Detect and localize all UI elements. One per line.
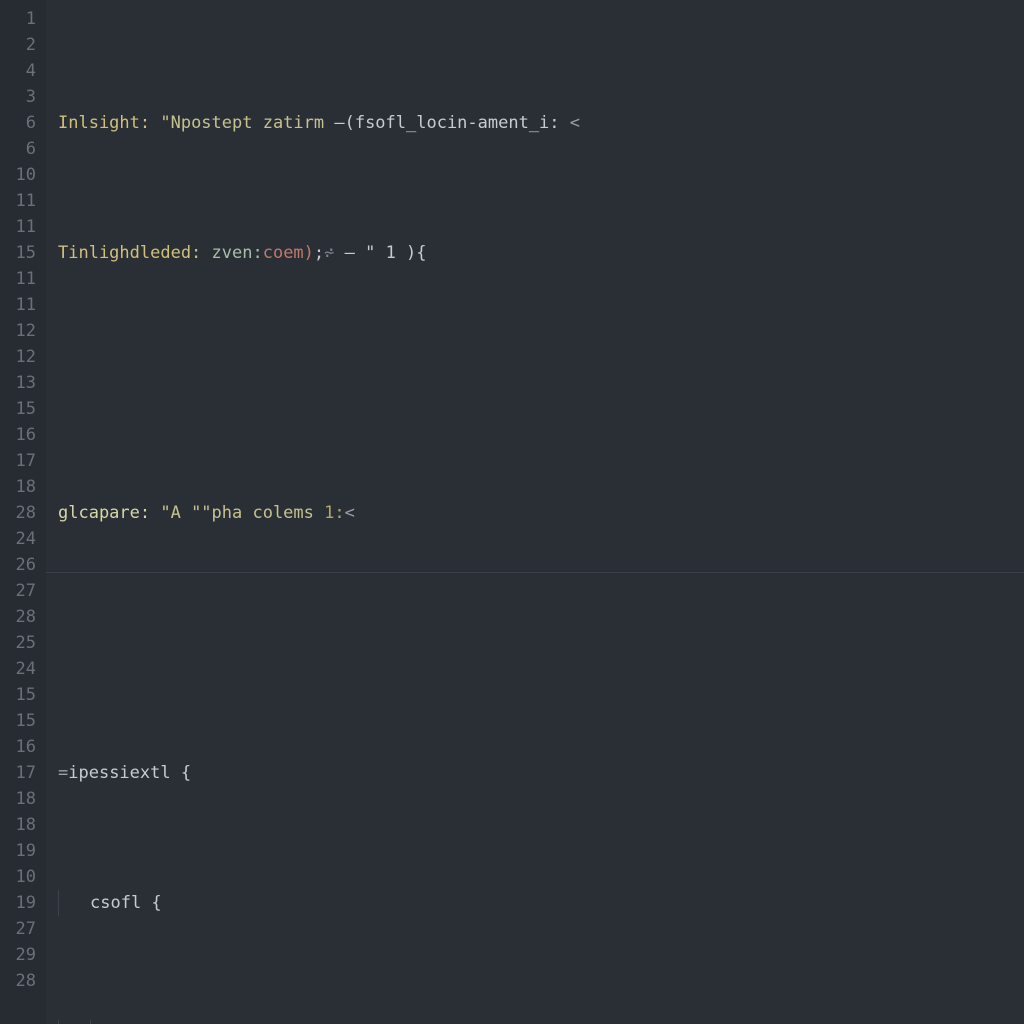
code-line[interactable]: = ipessiextl { xyxy=(58,760,1024,786)
line-number: 19 xyxy=(0,838,46,864)
code-line[interactable]: stant (To. "Tlt text urtes: 1. "): xyxy=(58,1020,1024,1024)
line-number: 17 xyxy=(0,448,46,474)
token-brace: { xyxy=(181,760,191,786)
line-number: 2 xyxy=(0,32,46,58)
line-number: 10 xyxy=(0,162,46,188)
token: "): xyxy=(419,1020,450,1024)
line-number: 1 xyxy=(0,6,46,32)
line-number-gutter: 1243661011111511111212131516171828242627… xyxy=(0,0,46,1024)
token: coem) xyxy=(263,240,314,266)
token: ; xyxy=(314,240,324,266)
line-number: 16 xyxy=(0,734,46,760)
line-number: 12 xyxy=(0,318,46,344)
line-number: 27 xyxy=(0,578,46,604)
code-line[interactable]: Inlsight: "Npostept zatirm —(fsofl_locin… xyxy=(58,110,1024,136)
token-keyword: glcapare: xyxy=(58,500,150,526)
line-number: 24 xyxy=(0,656,46,682)
section-divider xyxy=(46,572,1024,573)
token: ipessiextl xyxy=(68,760,181,786)
line-number: 18 xyxy=(0,474,46,500)
indent-marker: = xyxy=(58,760,68,786)
line-number: 19 xyxy=(0,890,46,916)
token: (To. xyxy=(183,1020,224,1024)
token-string: "Npostept zatirm xyxy=(150,110,324,136)
line-number: 12 xyxy=(0,344,46,370)
line-number: 18 xyxy=(0,812,46,838)
token-op: < xyxy=(345,500,355,526)
line-number: 6 xyxy=(0,110,46,136)
token: —(fsofl_locin-ament_i: xyxy=(324,110,559,136)
code-line-blank xyxy=(58,630,1024,656)
token-keyword: Inlsight: xyxy=(58,110,150,136)
line-number: 15 xyxy=(0,682,46,708)
line-number: 15 xyxy=(0,708,46,734)
token-brace: { xyxy=(151,890,161,916)
line-number: 11 xyxy=(0,188,46,214)
token-number: 1: xyxy=(324,500,344,526)
token-number: 1. xyxy=(398,1020,418,1024)
line-number: 3 xyxy=(0,84,46,110)
code-line[interactable]: glcapare: "A ""pha colems 1: < xyxy=(58,500,1024,526)
token-string: "Tlt text urtes: xyxy=(224,1020,398,1024)
line-number: 28 xyxy=(0,968,46,994)
line-number: 29 xyxy=(0,942,46,968)
line-number: 4 xyxy=(0,58,46,84)
line-number: 16 xyxy=(0,422,46,448)
code-line-blank xyxy=(58,370,1024,396)
line-number: 11 xyxy=(0,266,46,292)
line-number: 17 xyxy=(0,760,46,786)
token: ⩫ xyxy=(324,240,334,266)
line-number: 28 xyxy=(0,500,46,526)
line-number: 26 xyxy=(0,552,46,578)
code-area[interactable]: Inlsight: "Npostept zatirm —(fsofl_locin… xyxy=(46,0,1024,1024)
token: stant xyxy=(122,1020,183,1024)
token: zven: xyxy=(201,240,262,266)
line-number: 15 xyxy=(0,396,46,422)
code-line[interactable]: csofl { xyxy=(58,890,1024,916)
line-number: 11 xyxy=(0,292,46,318)
line-number: 6 xyxy=(0,136,46,162)
line-number: 18 xyxy=(0,786,46,812)
line-number: 27 xyxy=(0,916,46,942)
line-number: 15 xyxy=(0,240,46,266)
line-number: 24 xyxy=(0,526,46,552)
token-string: "A ""pha colems xyxy=(150,500,324,526)
line-number: 13 xyxy=(0,370,46,396)
token-keyword: Tinlighdleded: xyxy=(58,240,201,266)
token-op: < xyxy=(560,110,580,136)
token: csofl xyxy=(90,890,151,916)
line-number: 28 xyxy=(0,604,46,630)
code-line[interactable]: Tinlighdleded: zven: coem) ; ⩫ – " 1 ){ xyxy=(58,240,1024,266)
line-number: 10 xyxy=(0,864,46,890)
line-number: 25 xyxy=(0,630,46,656)
line-number: 11 xyxy=(0,214,46,240)
token: – " 1 ){ xyxy=(334,240,426,266)
code-editor[interactable]: 1243661011111511111212131516171828242627… xyxy=(0,0,1024,1024)
